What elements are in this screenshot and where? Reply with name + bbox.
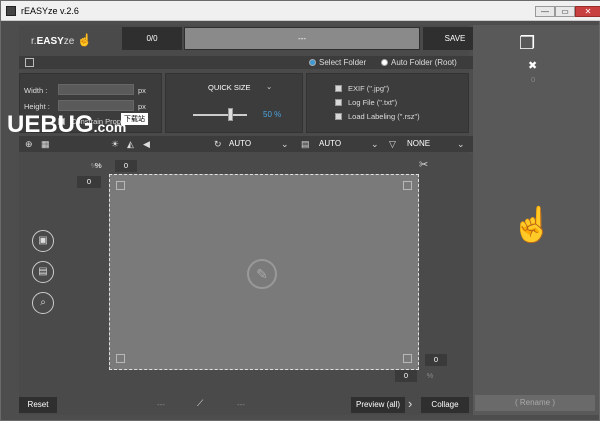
clear-icon[interactable]: ✖ (528, 59, 537, 72)
window-title: rEASYze v.2.6 (21, 6, 79, 16)
logfile-checkbox[interactable]: Log File (".txt") (335, 98, 397, 107)
dots-right: --- (237, 400, 245, 409)
image-icon[interactable] (25, 58, 34, 67)
resize-corner-icon[interactable] (116, 354, 125, 363)
top-offset[interactable]: 0 (115, 160, 137, 172)
contrast-icon[interactable]: ◭ (127, 139, 134, 150)
labeling-checkbox[interactable]: Load Labeling (".rsz") (335, 112, 420, 121)
source-row: Select Folder Auto Folder (Root) (19, 56, 487, 69)
format-select[interactable]: AUTO (319, 139, 341, 148)
collage-button[interactable]: Collage (421, 397, 469, 413)
progress-text: --- (298, 34, 306, 43)
quick-size-title: QUICK SIZE (208, 83, 251, 92)
slider-thumb[interactable] (228, 108, 233, 121)
height-input[interactable] (58, 100, 134, 111)
sharpen-icon[interactable]: ◀ (143, 139, 150, 150)
exif-checkbox[interactable]: EXIF (".jpg") (335, 84, 389, 93)
watermark-badge: 下载站 (121, 113, 148, 125)
height-unit: px (138, 102, 146, 111)
crop-area: % 0 ✂ 0 ✎ ▣ ▤ ⌕ 0 0 % % (19, 154, 487, 394)
checkbox-icon (335, 113, 342, 120)
checkbox-icon (335, 85, 342, 92)
resize-corner-icon[interactable] (403, 354, 412, 363)
title-bar: rEASYze v.2.6 — ▭ ✕ (1, 1, 600, 21)
ruler-icon[interactable]: ⟋ (197, 398, 203, 409)
copy-icon[interactable]: ❐ (519, 33, 535, 54)
document-icon[interactable]: ▤ (32, 261, 54, 283)
chevron-right-icon[interactable]: › (408, 396, 412, 411)
drop-hand-icon: ☝ (511, 206, 554, 244)
scissors-icon[interactable]: ✂ (419, 158, 428, 171)
select-folder-radio[interactable]: Select Folder (309, 58, 366, 67)
filter-icon[interactable]: ▽ (389, 139, 396, 150)
preview-all-button[interactable]: Preview (all) (351, 397, 405, 413)
zoom-icon[interactable]: ⌕ (32, 292, 54, 314)
right-panel: ❐ ✖ 0 ☝ ( Rename ) (473, 25, 599, 415)
width-input[interactable] (58, 84, 134, 95)
resize-corner-icon[interactable] (403, 181, 412, 190)
radio-selected-icon (309, 59, 316, 66)
width-unit: px (138, 86, 146, 95)
edit-icon[interactable]: ✎ (247, 259, 277, 289)
target-icon[interactable]: ⊕ (25, 139, 33, 150)
maximize-button[interactable]: ▭ (555, 6, 575, 17)
main-panel: r.EASYze ☝ 0/0 --- SAVE Select Folder Au… (19, 25, 487, 415)
save-image-icon[interactable]: ▣ (32, 230, 54, 252)
resize-corner-icon[interactable] (116, 181, 125, 190)
checkbox-icon (335, 99, 342, 106)
bottom-offset[interactable]: 0 (395, 370, 417, 382)
close-button[interactable]: ✕ (575, 6, 600, 17)
watermark: UEBUG.com (7, 111, 127, 138)
auto-folder-radio[interactable]: Auto Folder (Root) (381, 58, 457, 67)
image-counter: 0/0 (122, 27, 182, 50)
dots-left: --- (157, 400, 165, 409)
chevron-down-icon[interactable]: ⌄ (281, 139, 289, 150)
rotate-icon[interactable]: ↻ (214, 139, 222, 150)
chevron-down-icon[interactable]: ⌄ (457, 139, 465, 150)
right-offset[interactable]: 0 (425, 354, 447, 366)
file-icon[interactable]: ▤ (301, 139, 310, 150)
app-icon (6, 6, 16, 16)
radio-icon (381, 59, 388, 66)
width-label: Width : (24, 86, 48, 95)
footer-bar: Reset --- ⟋ --- Preview (all) › Collage (19, 396, 487, 414)
left-offset[interactable]: 0 (77, 176, 101, 188)
minimize-button[interactable]: — (535, 6, 555, 17)
hand-pointer-icon: ☝ (77, 33, 93, 47)
chevron-down-icon[interactable]: ⌄ (371, 139, 379, 150)
queue-count: 0 (531, 75, 536, 84)
progress-bar: --- (184, 27, 420, 50)
app-logo: r.EASYze ☝ (31, 33, 93, 47)
filter-select[interactable]: NONE (407, 139, 430, 148)
quick-size-slider[interactable] (193, 114, 247, 116)
height-label: Height : (24, 102, 50, 111)
options-panel: EXIF (".jpg") Log File (".txt") Load Lab… (306, 73, 469, 133)
reset-button[interactable]: Reset (19, 397, 57, 413)
bottom-percent: % (426, 371, 434, 380)
quick-size-panel: QUICK SIZE ⌄ 50 % (165, 73, 303, 133)
brightness-icon[interactable]: ☀ (111, 139, 119, 150)
crop-frame[interactable]: ✎ (109, 174, 419, 370)
rename-button[interactable]: ( Rename ) (475, 395, 595, 411)
chevron-down-icon[interactable]: ⌄ (266, 82, 272, 91)
rotate-select[interactable]: AUTO (229, 139, 251, 148)
quick-size-percent: 50 % (263, 110, 282, 119)
grid-icon[interactable]: ▦ (41, 139, 50, 150)
app-window: rEASYze v.2.6 — ▭ ✕ r.EASYze ☝ 0/0 --- S… (0, 0, 600, 421)
